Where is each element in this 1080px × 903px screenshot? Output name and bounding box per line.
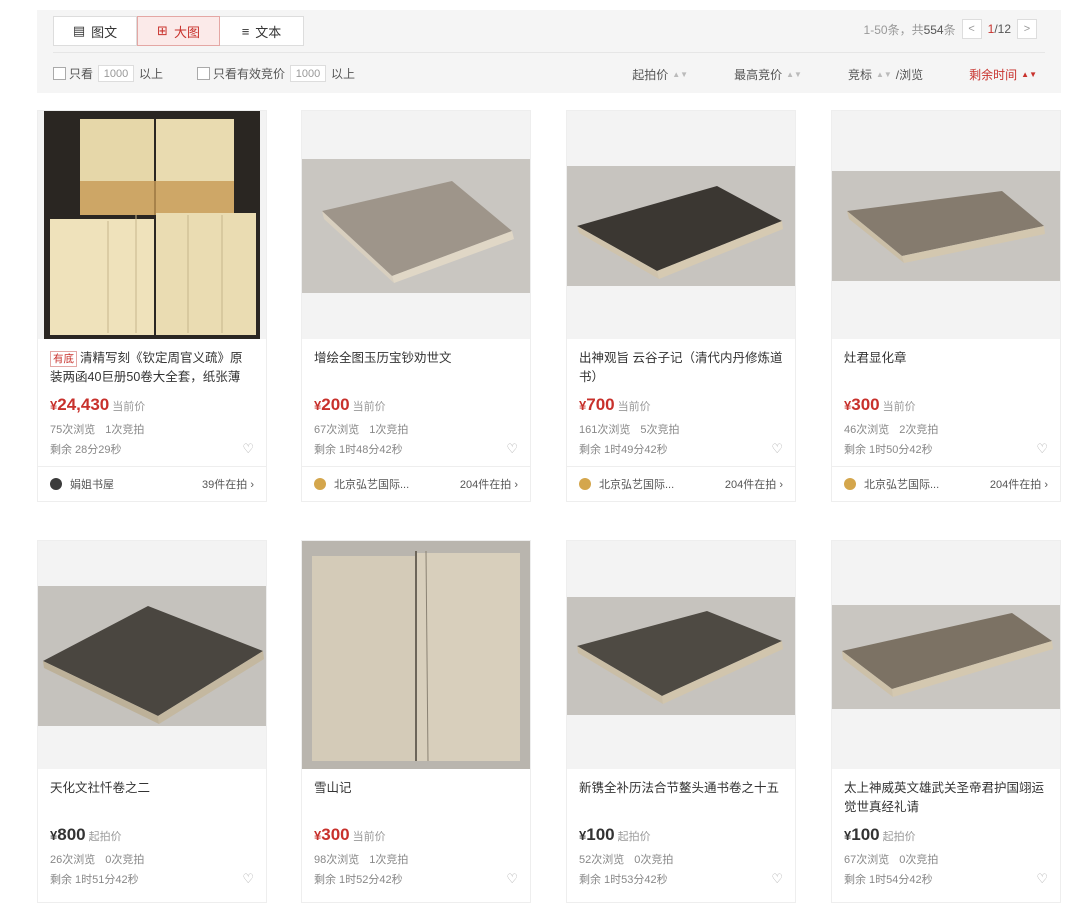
shop-logo-icon [50, 478, 62, 490]
result-count: 1-50条，共554条 [863, 22, 956, 37]
sort-arrows-icon: ▲▼ [875, 70, 892, 79]
divider [53, 52, 1045, 53]
shop-row[interactable]: 北京弘艺国际... 204件在拍 › [302, 466, 530, 501]
shop-logo-icon [314, 478, 326, 490]
chevron-left-icon: < [968, 23, 975, 35]
heart-icon[interactable]: ♡ [771, 441, 783, 457]
page-indicator: 1/12 [987, 22, 1011, 36]
item-image[interactable] [832, 541, 1060, 769]
item-image[interactable] [302, 541, 530, 769]
shop-row[interactable]: 北京弘艺国际... 204件在拍 › [567, 466, 795, 501]
sort-arrows-icon: ▲▼ [672, 70, 689, 79]
item-remaining: 剩余 1时48分42秒 ♡ [314, 441, 518, 457]
item-image[interactable] [567, 541, 795, 769]
sort-remaining-time[interactable]: 剩余时间 ▲▼ [969, 66, 1037, 83]
item-stats: 46次浏览 2次竞拍 [844, 424, 939, 436]
item-price: ¥700 当前价 [579, 395, 651, 414]
item-image[interactable] [38, 111, 266, 339]
item-stats: 26次浏览 0次竞拍 [50, 854, 145, 866]
item-remaining: 剩余 1时49分42秒 ♡ [579, 441, 783, 457]
heart-icon[interactable]: ♡ [242, 871, 254, 887]
sort-arrows-icon: ▲▼ [1021, 70, 1037, 79]
item-title[interactable]: 增绘全图玉历宝钞劝世文 [314, 349, 518, 387]
item-card[interactable]: 有底清精写刻《钦定周官义疏》原装两函40巨册50卷大全套，纸张薄如... ¥24… [37, 110, 267, 502]
item-card[interactable]: 天化文社忏卷之二 ¥800 起拍价 26次浏览 0次竞拍 剩余 1时51分42秒 ♡ [37, 540, 267, 903]
shop-logo-icon [844, 478, 856, 490]
item-card[interactable]: 新镌全补历法合节鳌头通书卷之十五 ¥100 起拍价 52次浏览 0次竞拍 剩余 1时… [566, 540, 796, 903]
view-tabs: ▤ 图文 ⊞ 大图 ≡ 文本 [53, 16, 304, 46]
item-image[interactable] [302, 111, 530, 339]
heart-icon[interactable]: ♡ [1036, 441, 1048, 457]
item-remaining: 剩余 1时52分42秒 ♡ [314, 871, 518, 887]
item-remaining: 剩余 1时53分42秒 ♡ [579, 871, 783, 887]
shop-logo-icon [579, 478, 591, 490]
item-title[interactable]: 太上神威英文雄武关圣帝君护国翊运觉世真经礼请 [844, 779, 1048, 817]
item-price: ¥300 当前价 [844, 395, 916, 414]
item-stats: 161次浏览 5次竞拍 [579, 424, 680, 436]
item-image[interactable] [38, 541, 266, 769]
item-card[interactable]: 雪山记 ¥300 当前价 98次浏览 1次竞拍 剩余 1时52分42秒 ♡ [301, 540, 531, 903]
chevron-right-icon: > [1023, 23, 1031, 35]
item-title[interactable]: 出神观旨 云谷子记（清代内丹修炼道书） [579, 349, 783, 387]
sort-arrows-icon: ▲▼ [786, 70, 802, 79]
item-price: ¥100 起拍价 [579, 825, 651, 844]
grid-icon: ⊞ [157, 23, 168, 38]
pager: 1-50条，共554条 < 1/12 > [864, 19, 1043, 39]
text-list-icon: ≡ [241, 23, 250, 39]
sort-start-price[interactable]: 起拍价 ▲▼ [632, 66, 688, 83]
filters: 只看 1000 以上 只看有效竞价 1000 以上 [53, 65, 389, 82]
item-title[interactable]: 雪山记 [314, 779, 518, 817]
list-grid-icon: ▤ [72, 23, 86, 38]
toolbar: ▤ 图文 ⊞ 大图 ≡ 文本 1-50条，共554条 < 1/12 > 只看 1000… [37, 10, 1061, 93]
item-price: ¥300 当前价 [314, 825, 386, 844]
heart-icon[interactable]: ♡ [506, 871, 518, 887]
valid-bid-checkbox[interactable] [197, 67, 211, 80]
heart-icon[interactable]: ♡ [771, 871, 783, 887]
next-page-button[interactable]: > [1017, 19, 1037, 39]
tab-image-text[interactable]: ▤ 图文 [54, 17, 137, 45]
tab-text[interactable]: ≡ 文本 [220, 17, 303, 45]
shop-row[interactable]: 娟姐书屋 39件在拍 › [38, 466, 266, 501]
item-stats: 67次浏览 1次竞拍 [314, 424, 409, 436]
item-card[interactable]: 太上神威英文雄武关圣帝君护国翊运觉世真经礼请 ¥100 起拍价 67次浏览 0次竞拍… [831, 540, 1061, 903]
item-stats: 75次浏览 1次竞拍 [50, 424, 145, 436]
shop-row[interactable]: 北京弘艺国际... 204件在拍 › [832, 466, 1060, 501]
item-title[interactable]: 新镌全补历法合节鳌头通书卷之十五 [579, 779, 783, 817]
item-price: ¥100 起拍价 [844, 825, 916, 844]
item-remaining: 剩余 1时54分42秒 ♡ [844, 871, 1048, 887]
item-stats: 67次浏览 0次竞拍 [844, 854, 939, 866]
item-title[interactable]: 有底清精写刻《钦定周官义疏》原装两函40巨册50卷大全套，纸张薄如... [50, 349, 254, 387]
heart-icon[interactable]: ♡ [242, 441, 254, 457]
item-title[interactable]: 灶君显化章 [844, 349, 1048, 387]
item-card[interactable]: 灶君显化章 ¥300 当前价 46次浏览 2次竞拍 剩余 1时50分42秒 ♡ 北京弘… [831, 110, 1061, 502]
item-image[interactable] [832, 111, 1060, 339]
prev-page-button[interactable]: < [961, 19, 982, 39]
heart-icon[interactable]: ♡ [1036, 871, 1048, 887]
valid-bid-input[interactable]: 1000 [290, 65, 327, 82]
sort-bar: 起拍价 ▲▼ 最高竞价 ▲▼ 竞标 ▲▼/浏览 剩余时间 ▲▼ [586, 66, 1037, 83]
item-price: ¥200 当前价 [314, 395, 386, 414]
sort-bids-views[interactable]: 竞标 ▲▼/浏览 [848, 66, 923, 83]
only-views-input[interactable]: 1000 [98, 65, 135, 82]
item-remaining: 剩余 1时50分42秒 ♡ [844, 441, 1048, 457]
item-title[interactable]: 天化文社忏卷之二 [50, 779, 254, 817]
tab-large-image[interactable]: ⊞ 大图 [137, 16, 220, 46]
item-image[interactable] [567, 111, 795, 339]
item-price: ¥800 起拍价 [50, 825, 122, 844]
item-card[interactable]: 增绘全图玉历宝钞劝世文 ¥200 当前价 67次浏览 1次竞拍 剩余 1时48分42… [301, 110, 531, 502]
heart-icon[interactable]: ♡ [506, 441, 518, 457]
reserve-badge: 有底 [50, 351, 77, 367]
item-remaining: 剩余 28分29秒 ♡ [50, 441, 254, 457]
only-views-checkbox[interactable] [53, 67, 66, 80]
sort-max-bid[interactable]: 最高竞价 ▲▼ [734, 66, 802, 83]
item-stats: 98次浏览 1次竞拍 [314, 854, 409, 866]
item-remaining: 剩余 1时51分42秒 ♡ [50, 871, 254, 887]
item-stats: 52次浏览 0次竞拍 [579, 854, 674, 866]
item-card[interactable]: 出神观旨 云谷子记（清代内丹修炼道书） ¥700 当前价 161次浏览 5次竞拍 剩… [566, 110, 796, 502]
item-price: ¥24,430 当前价 [50, 395, 146, 414]
